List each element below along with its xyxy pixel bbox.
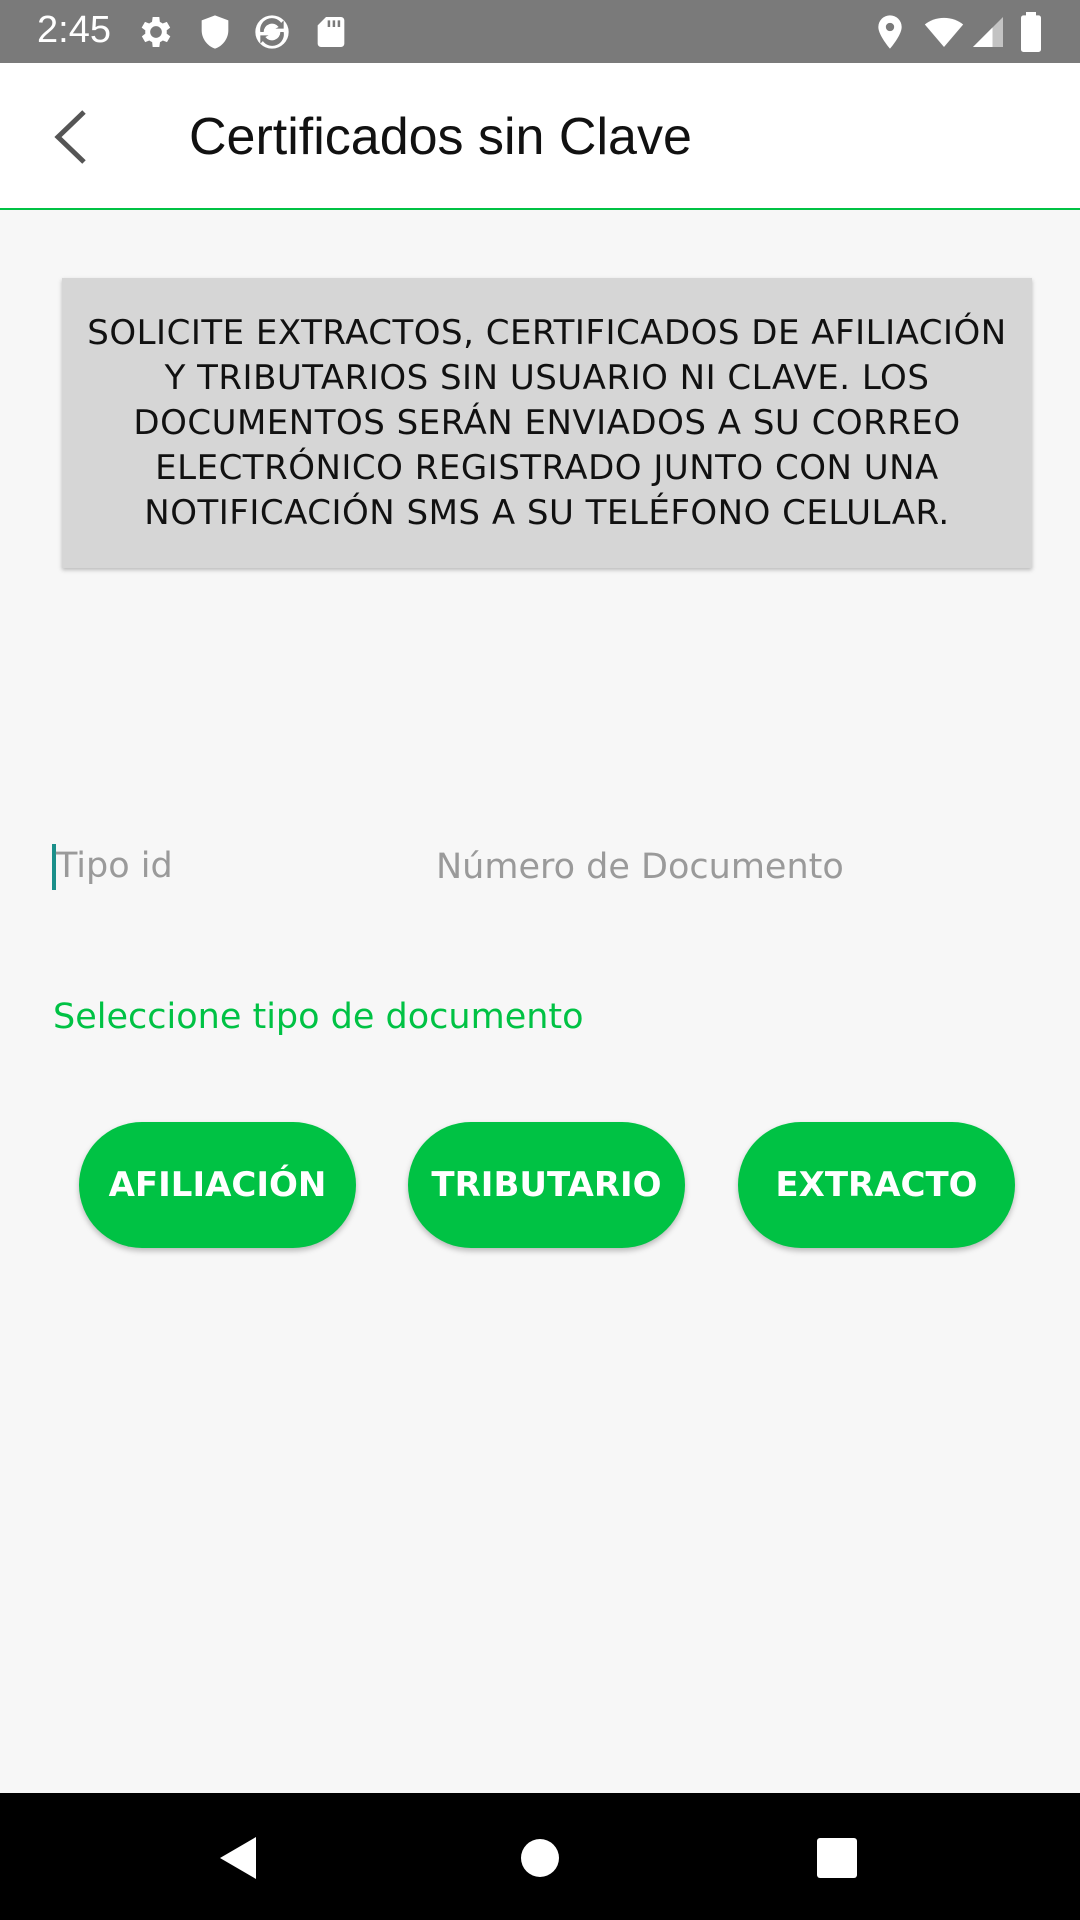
system-nav-bar xyxy=(0,1793,1080,1920)
tributario-button[interactable]: TRIBUTARIO xyxy=(408,1122,685,1248)
numero-documento-field[interactable]: Número de Documento xyxy=(436,842,866,892)
battery-icon xyxy=(1018,12,1058,53)
back-button[interactable] xyxy=(38,103,102,171)
nav-back-icon xyxy=(220,1837,256,1879)
extracto-button[interactable]: EXTRACTO xyxy=(738,1122,1015,1248)
location-icon xyxy=(870,12,910,52)
status-time: 2:45 xyxy=(37,9,111,51)
nav-recents-button[interactable] xyxy=(802,1823,872,1893)
shield-icon xyxy=(195,12,235,52)
tipo-id-placeholder: Tipo id xyxy=(56,846,173,886)
page-title: Certificados sin Clave xyxy=(189,108,692,166)
numero-documento-placeholder: Número de Documento xyxy=(436,847,844,887)
info-banner: SOLICITE EXTRACTOS, CERTIFICADOS DE AFIL… xyxy=(62,278,1032,568)
nav-back-button[interactable] xyxy=(203,1823,273,1893)
info-text: SOLICITE EXTRACTOS, CERTIFICADOS DE AFIL… xyxy=(87,312,1007,533)
sd-card-icon xyxy=(311,12,351,52)
tipo-id-field[interactable]: Tipo id xyxy=(52,842,382,892)
nav-home-icon xyxy=(521,1839,559,1877)
app-bar: Certificados sin Clave xyxy=(0,63,1080,210)
select-document-type-label: Seleccione tipo de documento xyxy=(53,997,584,1037)
nav-home-button[interactable] xyxy=(505,1823,575,1893)
gear-icon xyxy=(136,12,176,52)
status-bar: 2:45 xyxy=(0,0,1080,63)
sync-icon xyxy=(252,12,292,52)
back-arrow-icon xyxy=(54,110,86,164)
signal-icon xyxy=(970,12,1010,52)
afiliacion-button[interactable]: AFILIACIÓN xyxy=(79,1122,356,1248)
wifi-icon xyxy=(922,12,964,52)
nav-recents-icon xyxy=(817,1838,857,1878)
